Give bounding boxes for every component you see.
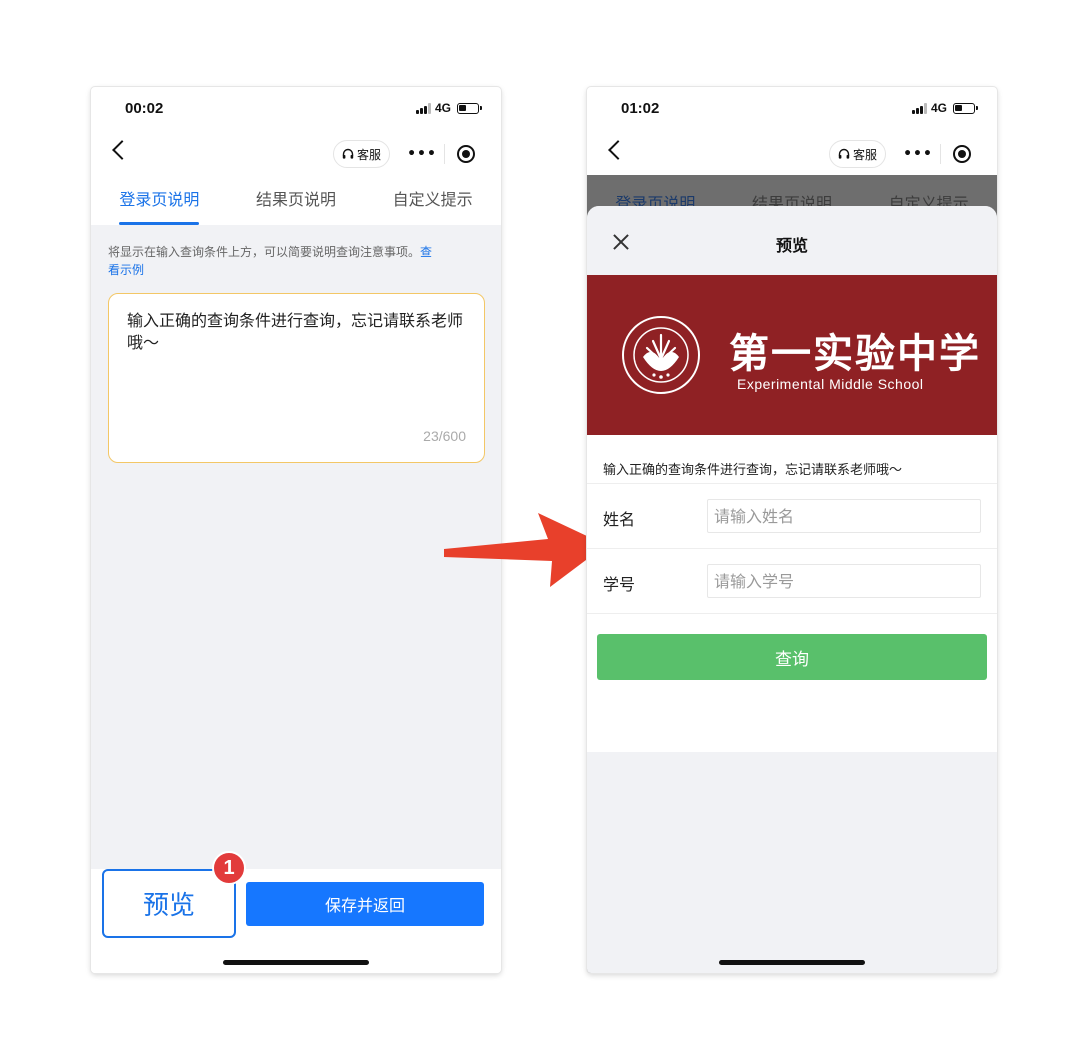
phone-preview-screen: 01:02 4G 客服 ••• 登录页说明 结果页说明 自定义提示 预览 第一实…: [587, 87, 997, 973]
network-label: 4G: [930, 101, 947, 115]
step-badge: 1: [212, 851, 246, 885]
nav-bar: 客服 •••: [91, 131, 501, 175]
signal-icon: [415, 102, 431, 114]
school-banner: 第一实验中学 Experimental Middle School: [587, 275, 997, 435]
textarea-value: 输入正确的查询条件进行查询，忘记请联系老师哦～: [127, 311, 464, 352]
school-name-cn: 第一实验中学: [729, 330, 981, 377]
save-and-return-button[interactable]: 保存并返回: [246, 882, 484, 926]
status-indicators: 4G: [415, 101, 482, 115]
tab-result-page[interactable]: 结果页说明: [256, 175, 336, 225]
capsule-divider: [940, 144, 941, 164]
battery-icon: [953, 102, 978, 114]
login-notice: 输入正确的查询条件进行查询，忘记请联系老师哦～: [603, 463, 903, 478]
status-bar: 01:02 4G: [587, 87, 997, 131]
school-seal-logo: [622, 316, 700, 394]
target-icon[interactable]: [457, 145, 475, 163]
name-input[interactable]: [707, 499, 981, 533]
student-id-label: 学号: [603, 575, 636, 594]
capsule-menu: 客服 •••: [828, 138, 983, 170]
description-textarea[interactable]: 输入正确的查询条件进行查询，忘记请联系老师哦～ 23/600: [108, 293, 485, 463]
more-menu-button[interactable]: •••: [400, 146, 444, 162]
query-button[interactable]: 查询: [597, 634, 987, 680]
form-row-student-id: 学号: [587, 548, 997, 613]
customer-service-label: 客服: [852, 147, 877, 162]
capsule-divider: [444, 144, 445, 164]
signal-icon: [911, 102, 927, 114]
home-indicator: [719, 960, 865, 965]
bottom-action-bar: 预览 1 保存并返回: [91, 851, 501, 973]
target-icon[interactable]: [953, 145, 971, 163]
preview-content: 第一实验中学 Experimental Middle School 输入正确的查…: [587, 275, 997, 752]
form-row-name: 姓名: [587, 483, 997, 548]
nav-bar: 客服 •••: [587, 131, 997, 175]
hint-label: 将显示在输入查询条件上方，可以简要说明查询注意事项。: [108, 245, 421, 259]
status-time: 01:02: [621, 100, 660, 117]
student-id-input[interactable]: [707, 564, 981, 598]
sheet-header: 预览: [587, 206, 997, 275]
network-label: 4G: [434, 101, 451, 115]
capsule-menu: 客服 •••: [332, 138, 487, 170]
char-counter: 23/600: [423, 428, 466, 444]
customer-service-button[interactable]: 客服: [828, 140, 886, 168]
form-divider: [587, 613, 997, 614]
school-name-en: Experimental Middle School: [737, 376, 924, 392]
status-bar: 00:02 4G: [91, 87, 501, 131]
customer-service-label: 客服: [356, 147, 381, 162]
battery-icon: [457, 102, 482, 114]
sheet-title: 预览: [775, 236, 808, 255]
headset-icon: [838, 148, 850, 159]
preview-sheet: 预览 第一实验中学 Experimental Middle School 输入正…: [587, 206, 997, 973]
tab-custom-tip[interactable]: 自定义提示: [393, 175, 473, 225]
back-icon[interactable]: [608, 140, 628, 160]
tab-bar: 登录页说明 结果页说明 自定义提示: [91, 175, 501, 225]
arrow-right-icon: [444, 513, 606, 587]
headset-icon: [342, 148, 354, 159]
name-label: 姓名: [603, 510, 636, 529]
status-indicators: 4G: [911, 101, 978, 115]
more-menu-button[interactable]: •••: [896, 146, 940, 162]
customer-service-button[interactable]: 客服: [332, 140, 390, 168]
status-time: 00:02: [125, 100, 164, 117]
tab-login-page[interactable]: 登录页说明: [119, 175, 200, 225]
back-icon[interactable]: [112, 140, 132, 160]
hint-text: 将显示在输入查询条件上方，可以简要说明查询注意事项。查看示例: [108, 243, 438, 279]
home-indicator: [223, 960, 369, 965]
